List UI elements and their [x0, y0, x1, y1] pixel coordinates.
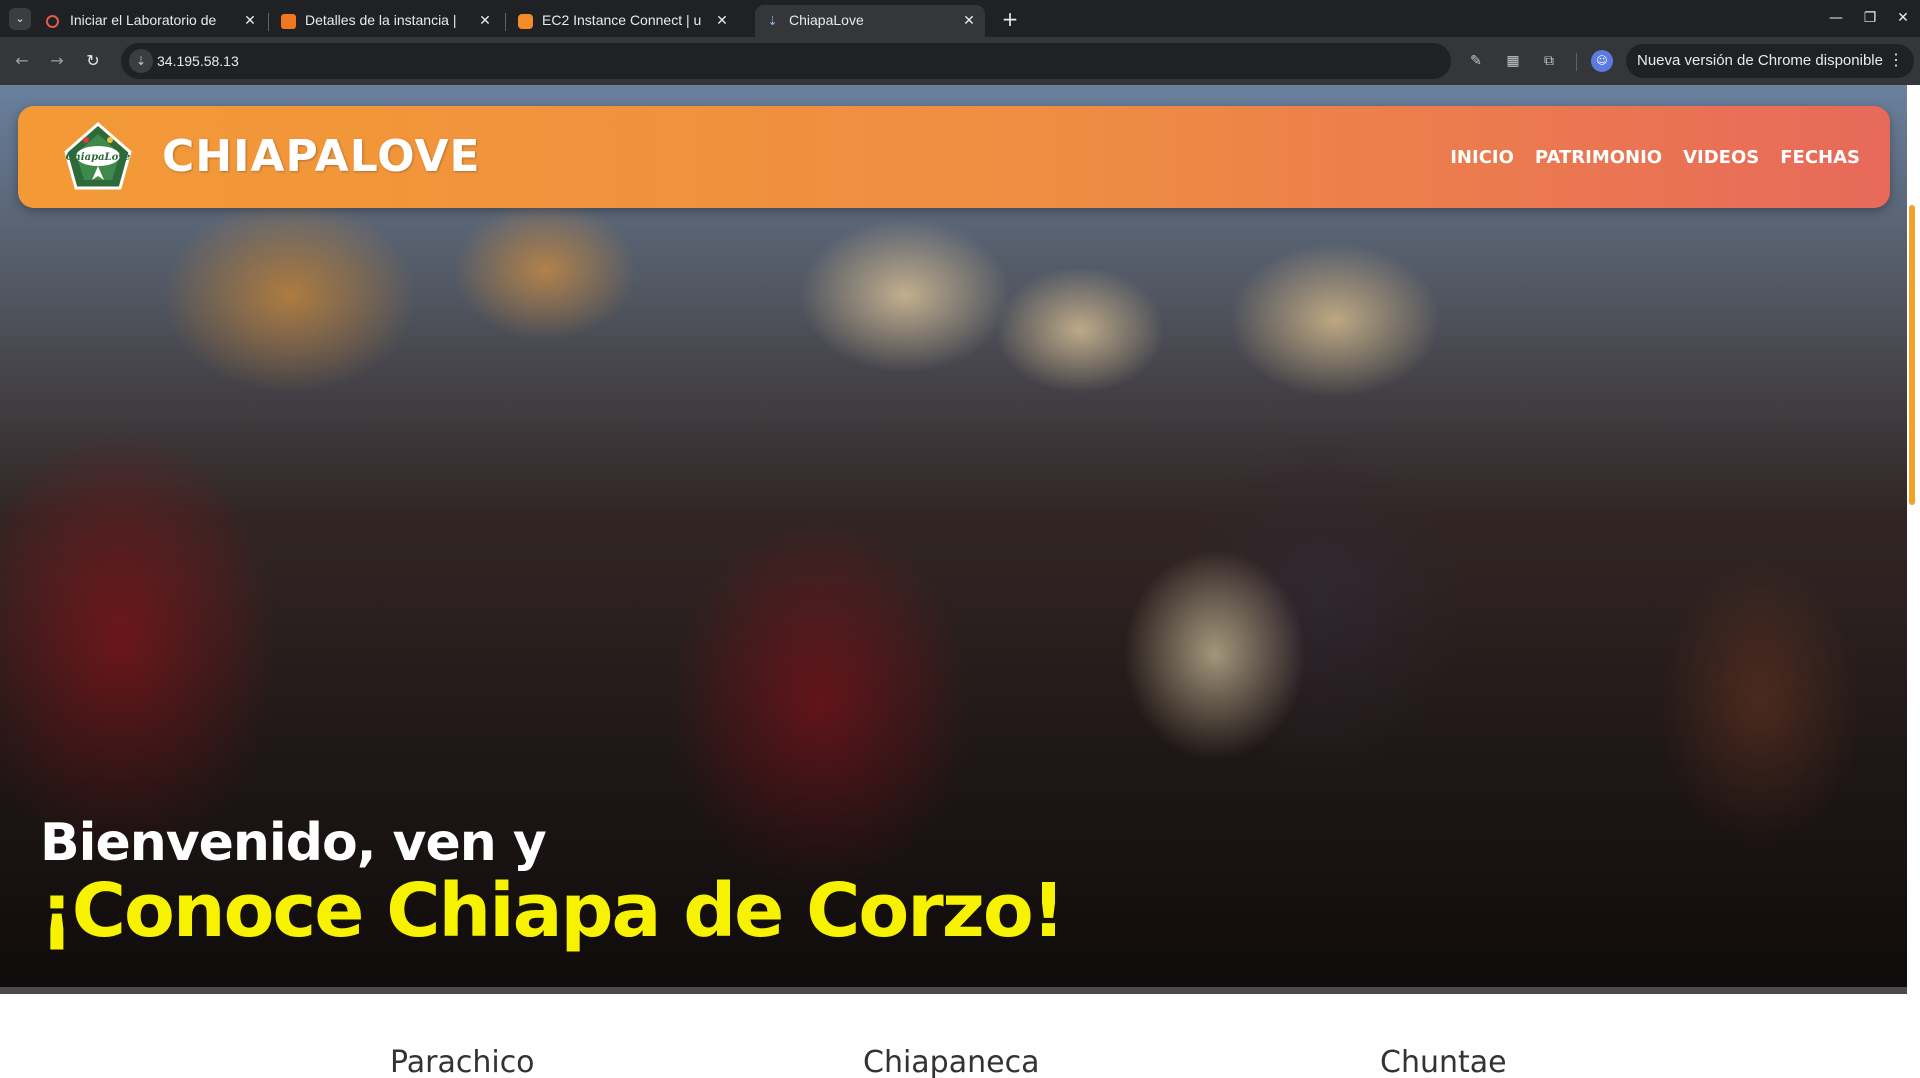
browser-tab[interactable]: EC2 Instance Connect | u ✕: [508, 5, 738, 37]
tab-close-icon[interactable]: ✕: [961, 5, 977, 35]
forward-arrow-icon[interactable]: →: [44, 48, 70, 74]
tab-search-chevron-icon[interactable]: ⌄: [9, 8, 31, 30]
browser-tab-strip: ⌄ Iniciar el Laboratorio de ✕ Detalles d…: [0, 0, 1920, 37]
tab-title: Iniciar el Laboratorio de: [70, 12, 217, 28]
chiapalove-logo-icon[interactable]: ChiapaLove: [62, 122, 134, 194]
profile-avatar-icon[interactable]: ☺: [1591, 50, 1613, 72]
nav-link-fechas[interactable]: FECHAS: [1780, 147, 1860, 168]
card-title-chiapaneca: Chiapaneca: [863, 1045, 1040, 1078]
chrome-update-button[interactable]: Nueva versión de Chrome disponible ⋮: [1626, 44, 1914, 78]
site-navbar: ChiapaLove CHIAPALOVE INICIO PATRIMONIO …: [18, 106, 1890, 208]
eyedropper-icon[interactable]: ✎: [1465, 50, 1487, 72]
minimize-icon[interactable]: —: [1821, 4, 1851, 32]
address-url[interactable]: 34.195.58.13: [157, 43, 239, 79]
tab-title: Detalles de la instancia |: [305, 12, 457, 28]
logo-text: ChiapaLove: [66, 152, 131, 163]
reload-icon[interactable]: ↻: [80, 48, 106, 74]
tab-title: EC2 Instance Connect | u: [542, 12, 702, 28]
site-nav-links: INICIO PATRIMONIO VIDEOS FECHAS: [1429, 106, 1860, 208]
tab-close-icon[interactable]: ✕: [242, 5, 258, 35]
page-viewport: ChiapaLove CHIAPALOVE INICIO PATRIMONIO …: [0, 85, 1920, 1078]
browser-tab[interactable]: Iniciar el Laboratorio de ✕: [36, 5, 266, 37]
more-menu-icon[interactable]: ⋮: [1888, 44, 1904, 78]
nav-link-inicio[interactable]: INICIO: [1450, 147, 1514, 168]
tab-divider: [268, 13, 269, 31]
site-brand[interactable]: CHIAPALOVE: [162, 106, 481, 208]
hero-bottom-divider: [0, 987, 1907, 994]
extension-cards-icon[interactable]: ▦: [1502, 50, 1524, 72]
card-title-chuntae: Chuntae: [1380, 1045, 1507, 1078]
loading-spinner-icon: [46, 15, 59, 28]
restore-icon[interactable]: ❐: [1855, 4, 1885, 32]
new-tab-plus-icon[interactable]: +: [997, 6, 1023, 32]
hero-welcome-line: Bienvenido, ven y: [40, 813, 547, 873]
browser-tab-active[interactable]: ⇣ ChiapaLove ✕: [755, 5, 985, 37]
nav-link-patrimonio[interactable]: PATRIMONIO: [1535, 147, 1662, 168]
browser-toolbar: ← → ↻ ⇣ 34.195.58.13 ✎ ▦ ⧉ ☺ Nueva versi…: [0, 37, 1920, 85]
hero-section: ChiapaLove CHIAPALOVE INICIO PATRIMONIO …: [0, 85, 1907, 987]
tab-divider: [505, 13, 506, 31]
card-title-parachico: Parachico: [390, 1045, 535, 1078]
tab-close-icon[interactable]: ✕: [477, 5, 493, 35]
aws-orange-icon: [281, 14, 296, 29]
nav-link-videos[interactable]: VIDEOS: [1683, 147, 1759, 168]
hero-highlight-line: ¡Conoce Chiapa de Corzo!: [40, 868, 1065, 954]
back-arrow-icon[interactable]: ←: [9, 48, 35, 74]
page-scrollbar-thumb[interactable]: [1909, 205, 1915, 505]
site-info-icon[interactable]: ⇣: [129, 49, 153, 73]
browser-tab[interactable]: Detalles de la instancia | ✕: [271, 5, 501, 37]
tab-title: ChiapaLove: [789, 12, 864, 28]
window-close-icon[interactable]: ✕: [1888, 4, 1918, 32]
extensions-puzzle-icon[interactable]: ⧉: [1538, 50, 1560, 72]
aws-orange-hex-icon: [518, 14, 533, 29]
update-label: Nueva versión de Chrome disponible: [1637, 52, 1883, 69]
address-bar[interactable]: ⇣ 34.195.58.13: [121, 43, 1451, 79]
toolbar-divider: [1576, 53, 1577, 71]
hero-heading: Bienvenido, ven y ¡Conoce Chiapa de Corz…: [40, 813, 1065, 954]
site-icon: ⇣: [767, 14, 778, 28]
tab-close-icon[interactable]: ✕: [714, 5, 730, 35]
